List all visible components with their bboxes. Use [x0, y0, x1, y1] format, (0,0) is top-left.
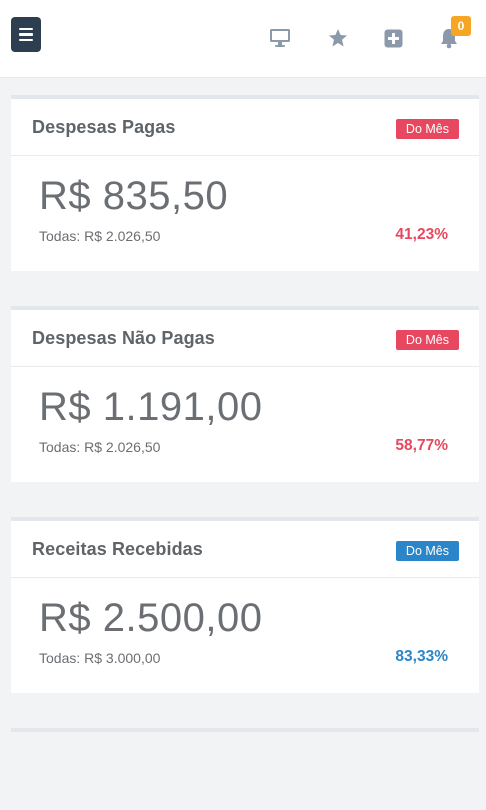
card-body: R$ 1.191,00 Todas: R$ 2.026,50 58,77%	[11, 367, 479, 482]
card-title: Despesas Pagas	[32, 117, 176, 137]
period-badge: Do Mês	[395, 119, 459, 139]
menu-icon-bar	[19, 27, 33, 31]
notification-count-badge: 0	[451, 16, 471, 36]
card-body: R$ 2.500,00 Todas: R$ 3.000,00 83,33%	[11, 578, 479, 693]
menu-toggle-button[interactable]	[11, 17, 41, 52]
card-header: Despesas Não Pagas Do Mês	[11, 310, 479, 367]
amount-value: R$ 2.500,00	[39, 596, 263, 640]
card-title: Despesas Não Pagas	[32, 328, 215, 348]
percent-value: 83,33%	[395, 648, 448, 665]
period-badge: Do Mês	[395, 541, 459, 561]
plus-square-icon[interactable]	[381, 26, 405, 50]
card-body: R$ 835,50 Todas: R$ 2.026,50 41,23%	[11, 156, 479, 271]
top-navbar: 0	[0, 0, 486, 78]
amount-value: R$ 1.191,00	[39, 385, 263, 429]
card-despesas-nao-pagas: Despesas Não Pagas Do Mês R$ 1.191,00 To…	[11, 306, 479, 482]
total-value: Todas: R$ 2.026,50	[39, 228, 161, 244]
amount-value: R$ 835,50	[39, 174, 229, 218]
menu-icon-bar	[19, 33, 33, 36]
total-value: Todas: R$ 3.000,00	[39, 650, 161, 666]
card-despesas-pagas: Despesas Pagas Do Mês R$ 835,50 Todas: R…	[11, 95, 479, 271]
card-divider	[11, 728, 479, 732]
total-value: Todas: R$ 2.026,50	[39, 439, 161, 455]
menu-icon-bar	[19, 38, 33, 42]
percent-value: 41,23%	[395, 226, 448, 243]
percent-value: 58,77%	[395, 437, 448, 454]
period-badge: Do Mês	[395, 330, 459, 350]
card-receitas-recebidas: Receitas Recebidas Do Mês R$ 2.500,00 To…	[11, 517, 479, 693]
monitor-icon[interactable]	[268, 26, 292, 50]
card-title: Receitas Recebidas	[32, 539, 203, 559]
card-header: Receitas Recebidas Do Mês	[11, 521, 479, 578]
star-icon[interactable]	[326, 26, 350, 50]
card-header: Despesas Pagas Do Mês	[11, 99, 479, 156]
